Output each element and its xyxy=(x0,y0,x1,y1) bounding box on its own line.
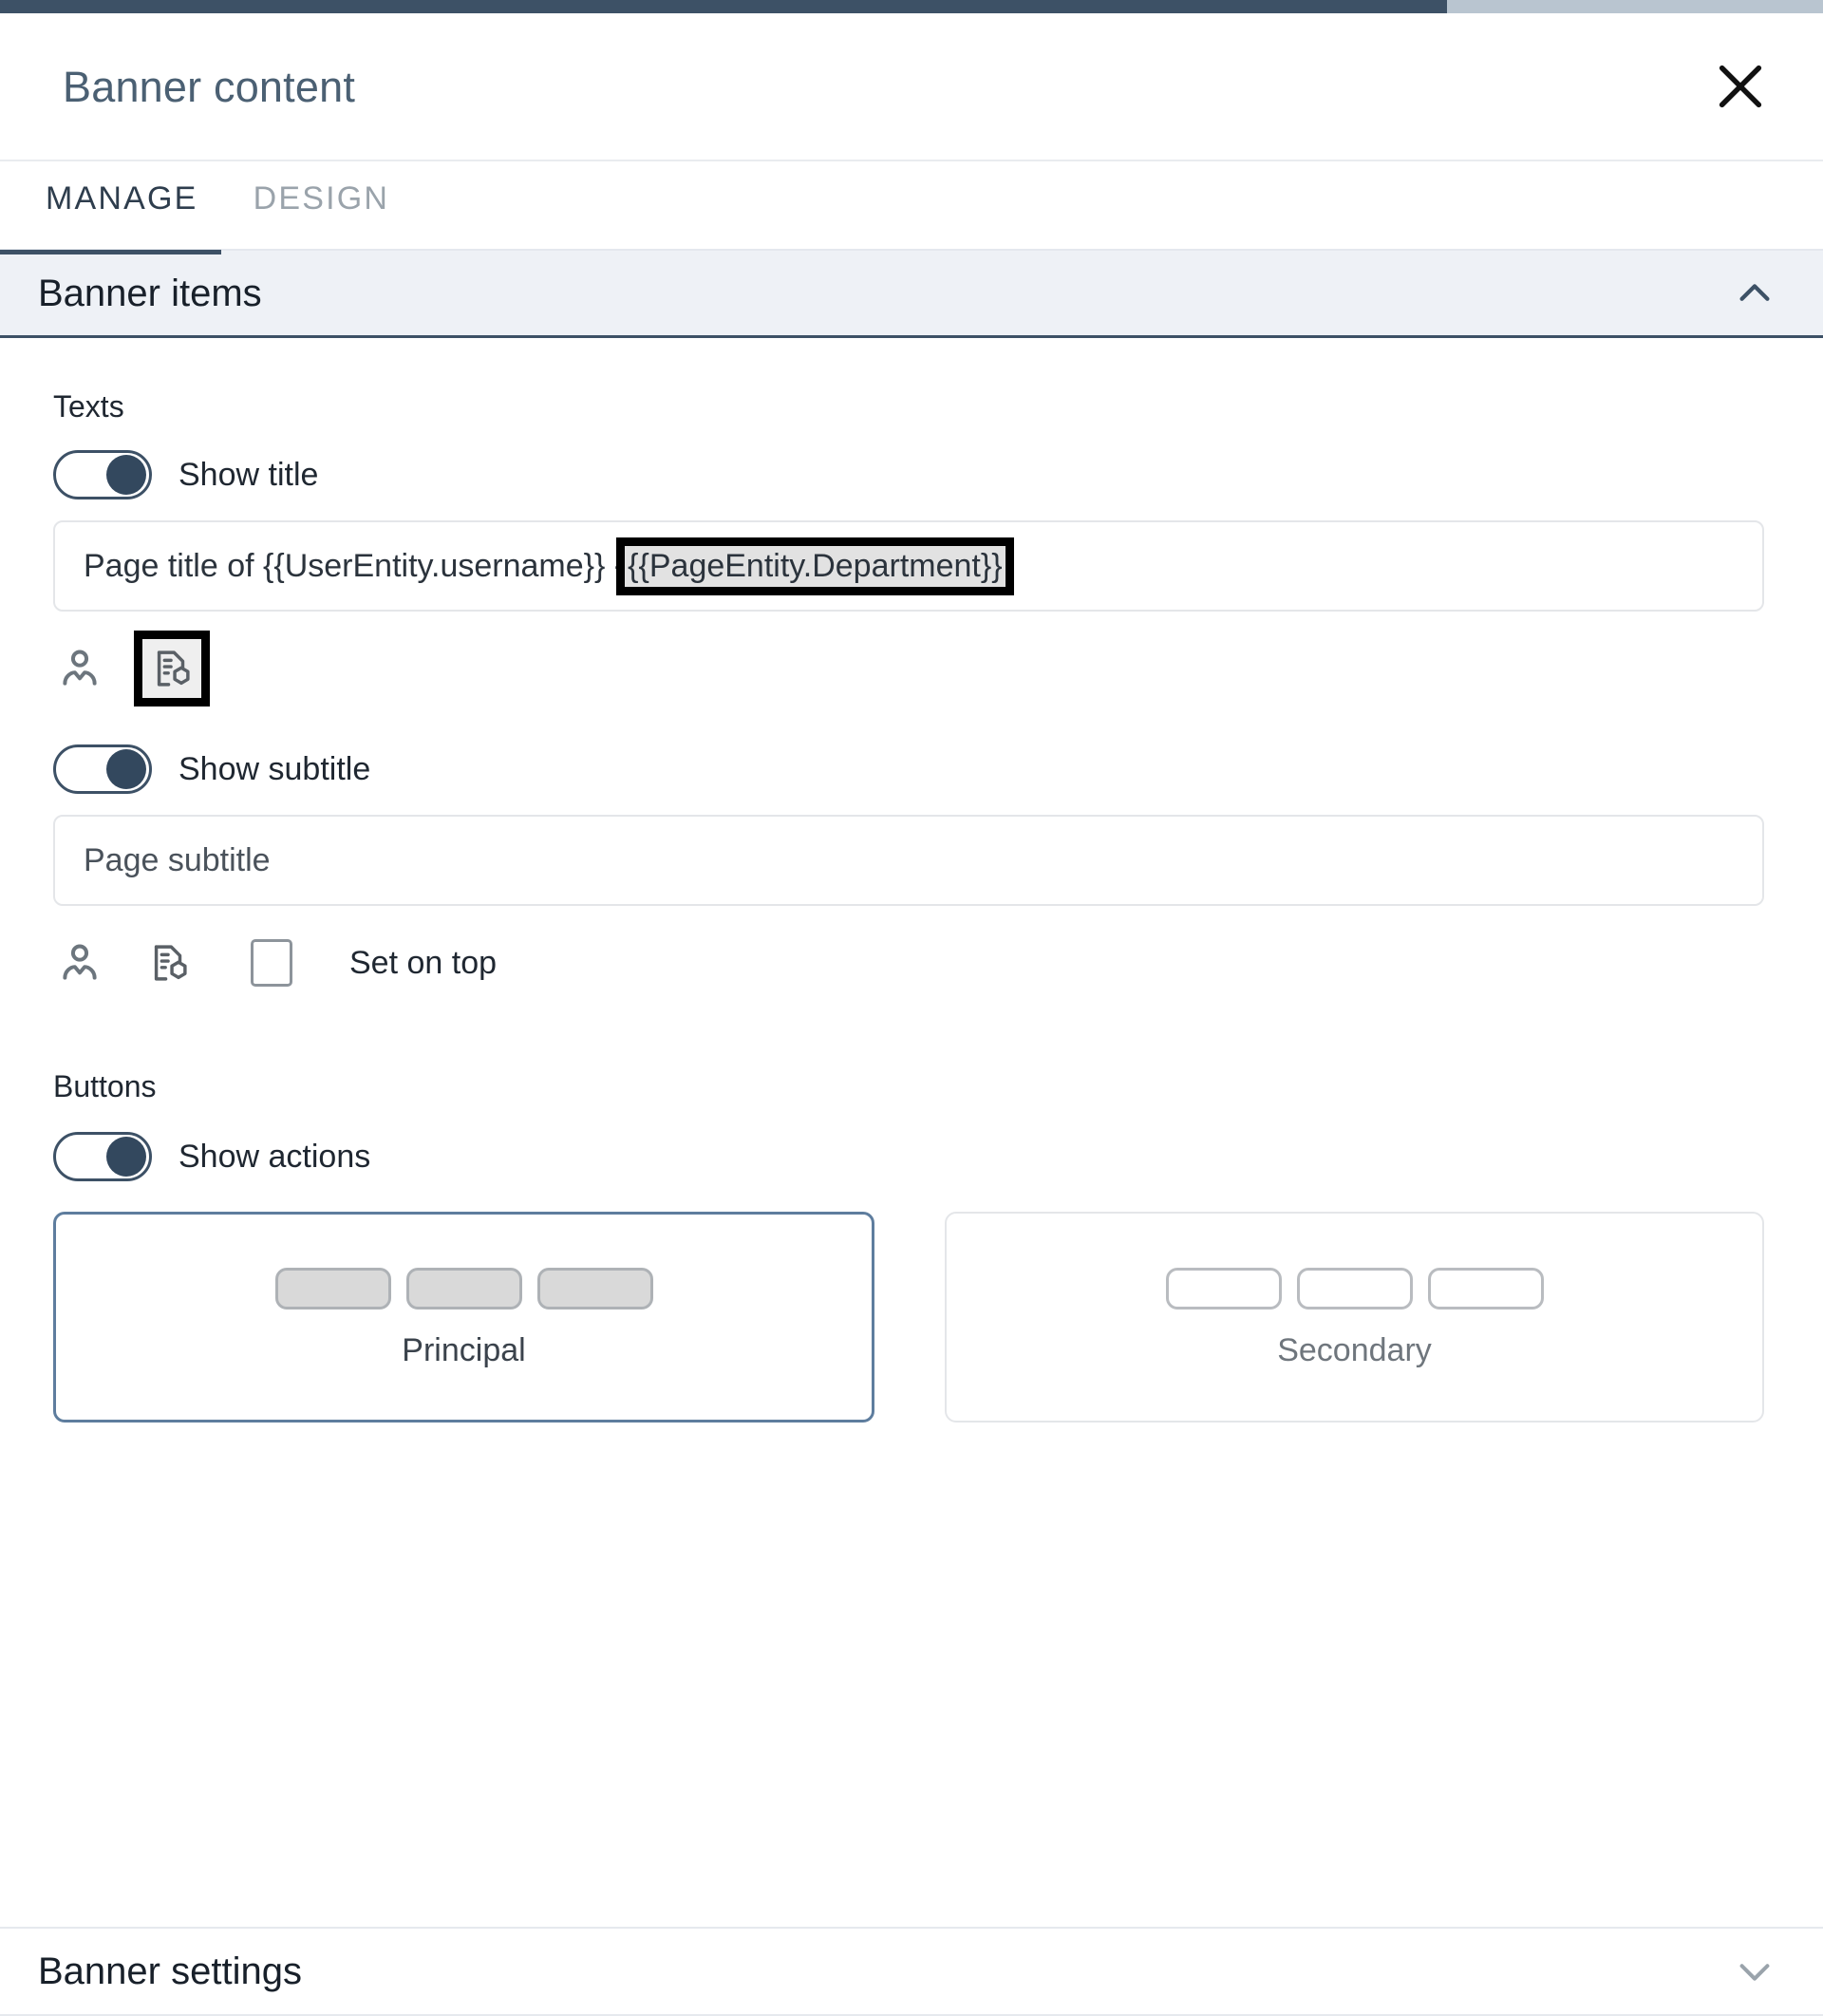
section-header-banner-items[interactable]: Banner items xyxy=(0,249,1823,338)
subtitle-input[interactable]: Page subtitle xyxy=(53,815,1764,906)
preview-pill xyxy=(1427,1268,1544,1309)
show-subtitle-label: Show subtitle xyxy=(179,751,371,787)
toggle-knob xyxy=(106,1137,146,1177)
tab-manage[interactable]: MANAGE xyxy=(0,161,221,254)
show-actions-toggle[interactable] xyxy=(53,1132,152,1181)
show-actions-row: Show actions xyxy=(53,1132,1764,1181)
layout-card-secondary[interactable]: Secondary xyxy=(945,1212,1764,1423)
principal-pill-preview xyxy=(274,1268,653,1309)
page-entity-icon[interactable] xyxy=(134,631,210,707)
toggle-knob xyxy=(106,749,146,789)
subtitle-entity-icon-row: Set on top xyxy=(53,927,1764,999)
close-icon[interactable] xyxy=(1707,53,1774,120)
tab-design[interactable]: DESIGN xyxy=(254,161,390,215)
banner-items-body: Texts Show title Page title of {{UserEnt… xyxy=(0,338,1823,1927)
action-layout-cards: Principal Secondary xyxy=(53,1212,1764,1423)
section-title-banner-settings: Banner settings xyxy=(38,1950,302,1992)
show-title-toggle[interactable] xyxy=(53,450,152,499)
preview-pill xyxy=(405,1268,522,1309)
group-label-buttons: Buttons xyxy=(53,1069,157,1103)
show-actions-label: Show actions xyxy=(179,1139,371,1175)
preview-pill xyxy=(1165,1268,1282,1309)
show-title-label: Show title xyxy=(179,457,319,493)
user-entity-icon[interactable] xyxy=(53,936,106,989)
chevron-down-icon[interactable] xyxy=(1728,1945,1781,1998)
layout-card-secondary-label: Secondary xyxy=(1277,1332,1432,1368)
title-input[interactable]: Page title of {{UserEntity.username}} - … xyxy=(53,520,1764,612)
title-input-prefix: Page title of {{UserEntity.username}} - xyxy=(84,547,626,584)
preview-pill xyxy=(274,1268,391,1309)
layout-card-principal[interactable]: Principal xyxy=(53,1212,874,1423)
page-entity-icon[interactable] xyxy=(142,936,196,989)
set-on-top-label: Set on top xyxy=(349,945,498,981)
secondary-pill-preview xyxy=(1165,1268,1544,1309)
set-on-top-checkbox[interactable] xyxy=(251,939,292,987)
show-title-row: Show title xyxy=(53,450,1764,499)
show-subtitle-toggle[interactable] xyxy=(53,744,152,794)
user-entity-icon[interactable] xyxy=(53,642,106,695)
tab-manage-label: MANAGE xyxy=(46,180,198,217)
title-input-highlighted-token[interactable]: {{PageEntity.Department}} xyxy=(616,537,1014,595)
panel-tabs: MANAGE DESIGN xyxy=(0,161,1823,254)
tab-design-label: DESIGN xyxy=(253,180,390,217)
preview-pill xyxy=(536,1268,653,1309)
show-subtitle-row: Show subtitle xyxy=(53,744,1764,794)
window-chrome-active-area xyxy=(0,0,1447,13)
section-header-banner-settings[interactable]: Banner settings xyxy=(0,1927,1823,2016)
panel-header: Banner content xyxy=(0,13,1823,161)
preview-pill xyxy=(1296,1268,1413,1309)
section-title-banner-items: Banner items xyxy=(38,272,262,314)
subtitle-input-value: Page subtitle xyxy=(84,841,271,878)
layout-card-principal-label: Principal xyxy=(402,1332,526,1368)
chevron-up-icon[interactable] xyxy=(1728,267,1781,320)
window-chrome-strip xyxy=(0,0,1823,13)
group-label-texts: Texts xyxy=(53,389,124,424)
banner-content-panel: Banner content MANAGE DESIGN Banner item… xyxy=(0,0,1823,2016)
page-title: Banner content xyxy=(63,62,356,111)
toggle-knob xyxy=(106,455,146,495)
title-entity-icon-row xyxy=(53,631,1764,707)
